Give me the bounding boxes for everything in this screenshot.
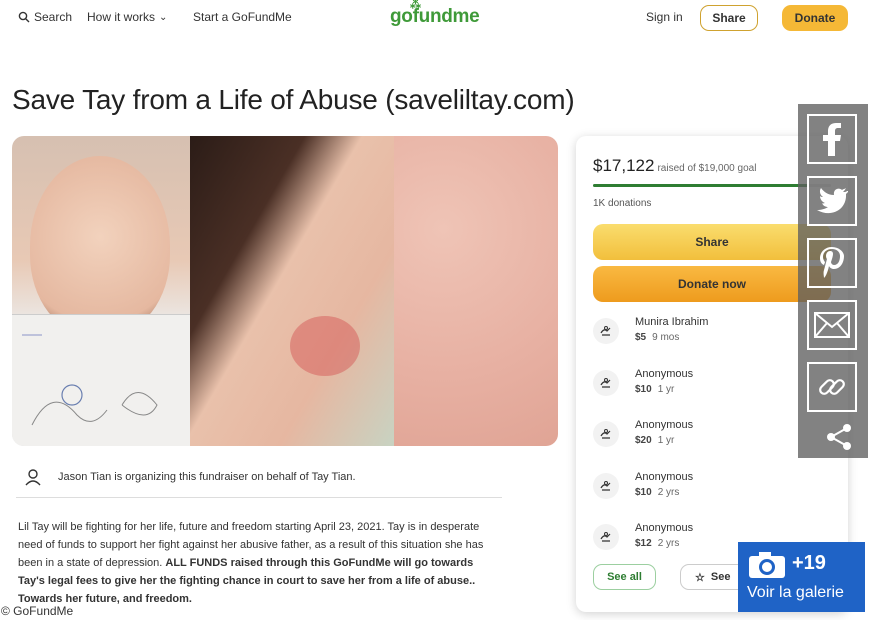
chevron-down-icon: ⌄ <box>159 11 168 23</box>
share-button[interactable]: Share <box>593 224 831 260</box>
list-item: Anonymous $10 1 yr <box>593 364 831 416</box>
donation-hand-icon <box>593 369 619 396</box>
donor-name: Anonymous <box>635 470 694 483</box>
photo-credit: © GoFundMe <box>0 604 110 620</box>
donation-hand-icon <box>593 318 619 344</box>
search-label: Search <box>34 10 73 24</box>
story-text: Lil Tay will be fighting for her life, f… <box>18 518 498 608</box>
how-it-works-label: How it works <box>87 10 156 24</box>
user-icon <box>20 464 46 490</box>
donation-hand-icon <box>593 421 619 447</box>
donate-button-top[interactable]: Donate <box>782 5 848 31</box>
drawing-paper <box>12 314 190 446</box>
logo-text: gofundme <box>390 6 480 27</box>
photo-panel-skin-rash <box>394 136 558 446</box>
raised-amount: $17,122 <box>593 156 655 175</box>
link-icon <box>819 379 845 395</box>
signin-link[interactable]: Sign in <box>646 10 683 24</box>
camera-icon <box>749 552 785 578</box>
donation-time: 9 mos <box>652 332 680 343</box>
amount-raised: $17,122 raised of $19,000 goal <box>593 156 756 176</box>
page-title: Save Tay from a Life of Abuse (savelilta… <box>12 84 575 115</box>
donation-amount: $10 <box>635 486 652 498</box>
pinterest-icon <box>820 247 844 278</box>
more-share-button[interactable] <box>824 422 858 452</box>
top-nav: Search How it works ⌄ Start a GoFundMe ⁂… <box>0 0 873 36</box>
donation-amount: $12 <box>635 538 652 549</box>
facebook-icon <box>823 123 841 156</box>
gallery-button[interactable]: +19 Voir la galerie <box>738 542 865 612</box>
campaign-photo[interactable] <box>12 136 558 446</box>
gallery-label: Voir la galerie <box>747 584 844 601</box>
donate-now-button[interactable]: Donate now <box>593 266 831 302</box>
photo-panel-cheek-closeup <box>190 136 394 446</box>
star-icon: ☆ <box>695 571 705 584</box>
share-button-top[interactable]: Share <box>700 5 758 31</box>
donation-time: 1 yr <box>657 383 675 395</box>
twitter-icon <box>817 188 848 214</box>
cheek-redness-shape <box>290 316 360 376</box>
donation-hand-icon <box>593 472 619 499</box>
share-icon <box>827 424 851 450</box>
see-all-button[interactable]: See all <box>593 564 656 590</box>
girl-face-shape <box>30 156 170 336</box>
start-fundraiser-link[interactable]: Start a GoFundMe <box>193 10 292 24</box>
donation-amount: $5 <box>635 332 647 343</box>
twitter-share-button[interactable] <box>807 176 857 226</box>
photo-panel-girl-drawing <box>12 136 190 446</box>
progress-bar <box>593 184 831 187</box>
donor-name: Anonymous <box>635 367 694 380</box>
start-label: Start a GoFundMe <box>193 10 292 24</box>
list-item: Munira Ibrahim $5 9 mos <box>593 312 831 364</box>
donor-name: Anonymous <box>635 522 694 534</box>
donation-time: 2 yrs <box>657 486 680 498</box>
pinterest-share-button[interactable] <box>807 238 857 288</box>
donation-amount: $10 <box>635 383 652 395</box>
donor-name: Munira Ibrahim <box>635 316 709 328</box>
donor-name: Anonymous <box>635 419 694 431</box>
search-icon <box>18 11 30 23</box>
list-item: Anonymous $20 1 yr <box>593 415 831 467</box>
facebook-share-button[interactable] <box>807 114 857 164</box>
donation-hand-icon <box>593 524 619 550</box>
logo-sun-icon: ⁂ <box>410 0 421 11</box>
list-item: Anonymous $10 2 yrs <box>593 467 831 519</box>
see-top-label: See <box>710 571 731 583</box>
how-it-works-menu[interactable]: How it works ⌄ <box>87 10 167 24</box>
donations-list: Munira Ibrahim $5 9 mos Anonymous $10 1 yr… <box>593 312 831 570</box>
organizer-text: Jason Tian is organizing this fundraiser… <box>58 470 356 483</box>
donations-count: 1K donations <box>593 198 652 209</box>
donation-amount: $20 <box>635 435 652 446</box>
copy-link-button[interactable] <box>807 362 857 412</box>
email-icon <box>814 312 850 338</box>
gofundme-logo[interactable]: ⁂ gofundme <box>390 0 480 28</box>
signin-label: Sign in <box>646 10 683 24</box>
email-share-button[interactable] <box>807 300 857 350</box>
donation-time: 1 yr <box>657 435 675 446</box>
share-rail <box>798 104 868 458</box>
gallery-count: +19 <box>792 552 826 574</box>
goal-text: raised of $19,000 goal <box>657 163 757 174</box>
sketch-drawing <box>22 334 158 426</box>
search-link[interactable]: Search <box>18 10 72 24</box>
progress-fill <box>593 184 808 187</box>
organizer-row: Jason Tian is organizing this fundraiser… <box>16 456 502 498</box>
donation-time: 2 yrs <box>657 538 680 549</box>
